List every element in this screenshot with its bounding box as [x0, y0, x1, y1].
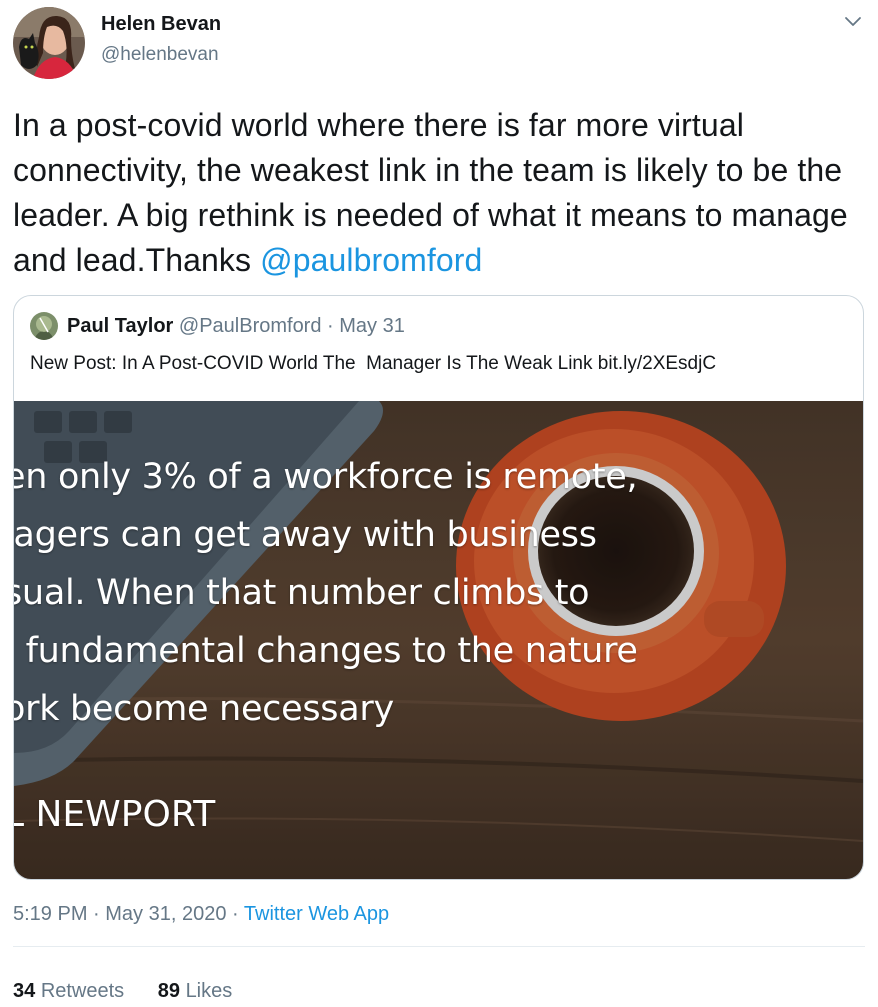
- quoted-separator: ·: [321, 315, 340, 337]
- author-handle[interactable]: @helenbevan: [101, 44, 219, 66]
- quoted-header: Paul Taylor @PaulBromford · May 31: [67, 315, 405, 338]
- media-line: iagers can get away with business: [14, 515, 597, 555]
- media-line: sual. When that number climbs to: [14, 573, 590, 613]
- likes-count: 89: [157, 980, 180, 1002]
- tweet-meta: 5:19 PM · May 31, 2020 · Twitter Web App: [13, 903, 389, 926]
- retweets-label: Retweets: [40, 980, 125, 1002]
- likes-label: Likes: [185, 980, 233, 1002]
- tweet-stats: 34 Retweets 89 Likes: [13, 980, 260, 1003]
- media-line: , fundamental changes to the nature: [14, 631, 638, 671]
- mention-link[interactable]: @paulbromford: [260, 242, 482, 278]
- likes-stat[interactable]: 89 Likes: [158, 980, 233, 1002]
- quoted-name[interactable]: Paul Taylor: [67, 315, 173, 337]
- quoted-date[interactable]: May 31: [339, 315, 405, 337]
- quoted-text: New Post: In A Post-COVID World The Mana…: [30, 353, 717, 374]
- divider: [13, 946, 865, 947]
- author-avatar-image: [13, 7, 85, 79]
- author-name[interactable]: Helen Bevan: [101, 13, 221, 36]
- media-line: ork become necessary: [14, 689, 394, 729]
- tweet-source-app[interactable]: Twitter Web App: [244, 903, 389, 925]
- quoted-media-image[interactable]: en only 3% of a workforce is remote, iage…: [14, 401, 863, 879]
- tweet-time[interactable]: 5:19 PM: [13, 903, 87, 925]
- meta-separator: ·: [87, 903, 106, 925]
- author-avatar[interactable]: [13, 7, 85, 79]
- chevron-down-icon[interactable]: [843, 12, 863, 32]
- media-attribution: L NEWPORT: [14, 794, 216, 835]
- tweet-date[interactable]: May 31, 2020: [105, 903, 226, 925]
- retweets-stat[interactable]: 34 Retweets: [13, 980, 124, 1002]
- meta-separator: ·: [226, 903, 244, 925]
- quoted-handle[interactable]: @PaulBromford: [179, 315, 322, 337]
- media-line: en only 3% of a workforce is remote,: [14, 457, 638, 497]
- retweets-count: 34: [13, 980, 36, 1002]
- media-quote-text: en only 3% of a workforce is remote, iage…: [14, 448, 638, 738]
- quoted-avatar[interactable]: [30, 312, 58, 340]
- tweet-text: In a post-covid world where there is far…: [13, 103, 863, 283]
- quoted-tweet[interactable]: Paul Taylor @PaulBromford · May 31 New P…: [13, 295, 864, 880]
- quoted-avatar-image: [30, 312, 58, 340]
